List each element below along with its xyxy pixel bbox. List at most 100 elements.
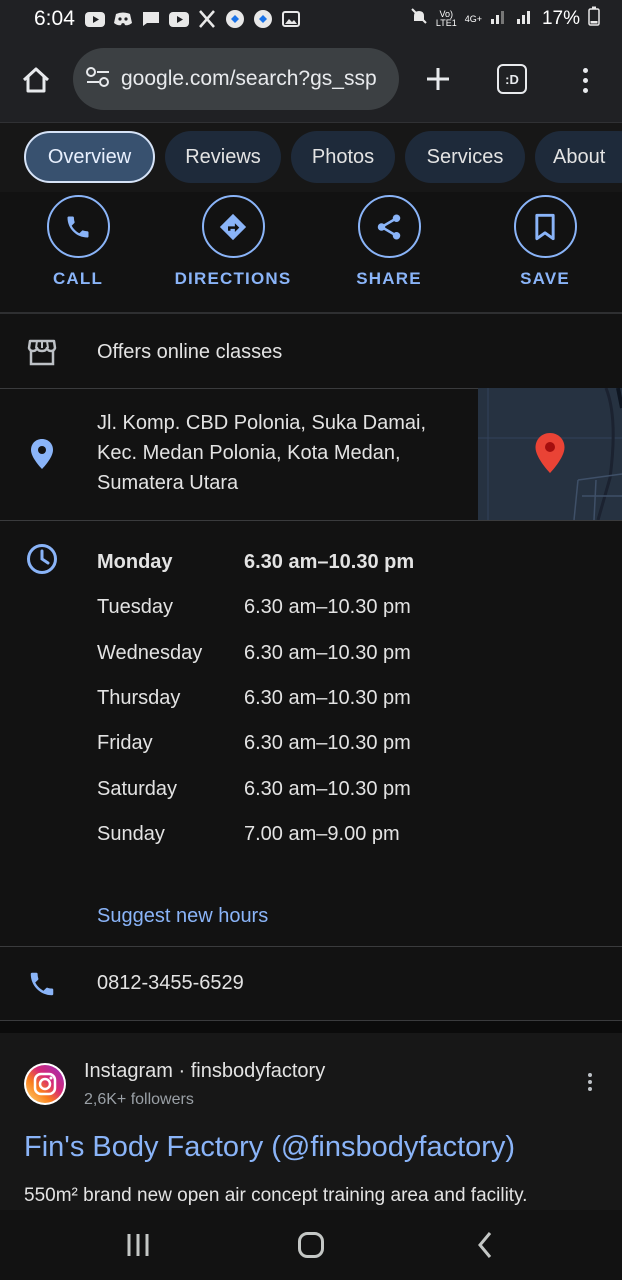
hours-time: 7.00 am–9.00 pm [244, 823, 400, 845]
share-circle[interactable] [357, 195, 421, 258]
hours-time: 6.30 am–10.30 pm [244, 596, 411, 618]
directions-button[interactable]: DIRECTIONS [158, 195, 308, 289]
dot [588, 1080, 592, 1084]
address[interactable]: Jl. Komp. CBD Polonia, Suka Damai, Kec. … [97, 408, 426, 498]
message-icon [141, 11, 161, 27]
site-settings-icon[interactable] [85, 66, 111, 93]
tab-photos[interactable]: Photos [291, 131, 395, 183]
phone-icon [26, 968, 58, 1000]
instagram-favicon [24, 1063, 66, 1105]
url-text[interactable]: google.com/search?gs_ssp [121, 67, 377, 91]
save-button[interactable]: SAVE [470, 195, 620, 289]
hours-time: 6.30 am–10.30 pm [244, 642, 411, 664]
clock-icon[interactable] [25, 542, 59, 576]
hours-day: Wednesday [97, 642, 203, 664]
result-more-button[interactable] [580, 1073, 600, 1099]
youtube-icon [84, 11, 105, 27]
app-icon [225, 10, 245, 28]
result-snippet: 550m² brand new open air concept trainin… [24, 1185, 528, 1206]
home-button[interactable] [0, 38, 72, 122]
status-right: Vo) LTE1 4G+ 17% [410, 6, 600, 32]
hours-day: Tuesday [97, 596, 173, 618]
new-tab-button[interactable] [418, 56, 458, 102]
back-button[interactable] [470, 1228, 500, 1262]
more-options-button[interactable] [570, 58, 600, 102]
mute-icon [410, 7, 428, 31]
recent-apps-button[interactable] [120, 1228, 156, 1262]
hours-row-friday: Friday 6.30 am–10.30 pm [97, 732, 517, 755]
app-icon [253, 10, 273, 28]
battery-icon [588, 6, 600, 32]
address-line-1: Jl. Komp. CBD Polonia, Suka Damai, [97, 412, 427, 434]
address-bar[interactable]: google.com/search?gs_ssp [73, 48, 399, 110]
plus-icon [427, 68, 449, 90]
place-tabs: Overview Reviews Photos Services About [0, 122, 622, 192]
signal-icon [516, 8, 534, 30]
hours-row-sunday: Sunday 7.00 am–9.00 pm [97, 823, 517, 846]
tab-about[interactable]: About [535, 131, 622, 183]
hours-time: 6.30 am–10.30 pm [244, 551, 415, 573]
section-gap [0, 1021, 622, 1033]
hours-row-tuesday: Tuesday 6.30 am–10.30 pm [97, 596, 517, 619]
call-circle[interactable] [46, 195, 110, 258]
tab-count: :D [505, 71, 519, 87]
dot [582, 67, 588, 73]
battery-text: 17% [541, 8, 580, 29]
dot [582, 87, 588, 93]
hours-day: Monday [97, 551, 173, 573]
hours-row-wednesday: Wednesday 6.30 am–10.30 pm [97, 642, 517, 665]
hours-time: 6.30 am–10.30 pm [244, 778, 411, 800]
home-icon [22, 67, 50, 93]
hours-day: Thursday [97, 687, 181, 709]
result-followers: 2,6K+ followers [84, 1091, 194, 1108]
notification-icons [84, 10, 301, 28]
directions-icon [219, 213, 247, 240]
instagram-icon [26, 1065, 64, 1103]
hours-row-saturday: Saturday 6.30 am–10.30 pm [97, 778, 517, 801]
directions-label: DIRECTIONS [174, 269, 292, 288]
hours-time: 6.30 am–10.30 pm [244, 732, 411, 754]
share-button[interactable]: SHARE [314, 195, 464, 289]
hours-day: Sunday [97, 823, 165, 845]
result-source[interactable]: Instagram · finsbodyfactory [84, 1060, 325, 1083]
storefront-icon [26, 336, 58, 368]
save-label: SAVE [520, 269, 570, 288]
phone-number[interactable]: 0812-3455-6529 [97, 972, 244, 995]
suggest-new-hours-link[interactable]: Suggest new hours [97, 905, 268, 928]
directions-circle[interactable] [201, 195, 265, 258]
x-twitter-icon [197, 10, 217, 28]
call-button[interactable]: CALL [3, 195, 153, 289]
tab-services[interactable]: Services [405, 131, 525, 183]
divider [0, 946, 622, 947]
bookmark-icon [535, 213, 555, 240]
address-line-3: Sumatera Utara [97, 472, 239, 494]
home-nav-button[interactable] [294, 1228, 328, 1262]
hours-row-thursday: Thursday 6.30 am–10.30 pm [97, 687, 517, 710]
instagram-result: Instagram · finsbodyfactory 2,6K+ follow… [0, 1033, 622, 1215]
tab-overview[interactable]: Overview [24, 131, 155, 183]
divider [0, 520, 622, 521]
phone-icon [67, 216, 89, 237]
discord-icon [113, 11, 133, 27]
tab-switcher-button[interactable]: :D [497, 64, 527, 94]
youtube-icon [168, 11, 189, 27]
dot [588, 1073, 592, 1077]
result-title-link[interactable]: Fin's Body Factory (@finsbodyfactory) [24, 1131, 515, 1164]
service-option-text: Offers online classes [97, 341, 283, 363]
dot [582, 77, 588, 83]
network-type: 4G+ [464, 13, 482, 24]
save-circle[interactable] [513, 195, 577, 258]
address-line-2: Kec. Medan Polonia, Kota Medan, [97, 442, 401, 464]
share-icon [377, 214, 401, 239]
share-label: SHARE [356, 269, 422, 288]
hours-day: Saturday [97, 778, 178, 800]
map-thumbnail[interactable] [478, 388, 622, 520]
dot [588, 1087, 592, 1091]
tab-reviews[interactable]: Reviews [165, 131, 281, 183]
location-pin-icon [28, 438, 56, 470]
browser-toolbar: google.com/search?gs_ssp :D [0, 38, 622, 122]
image-icon [281, 11, 301, 27]
hours-row-monday: Monday 6.30 am–10.30 pm [97, 551, 517, 574]
volte-indicator: Vo) LTE1 [436, 10, 457, 28]
home-circle-icon [298, 1232, 324, 1258]
